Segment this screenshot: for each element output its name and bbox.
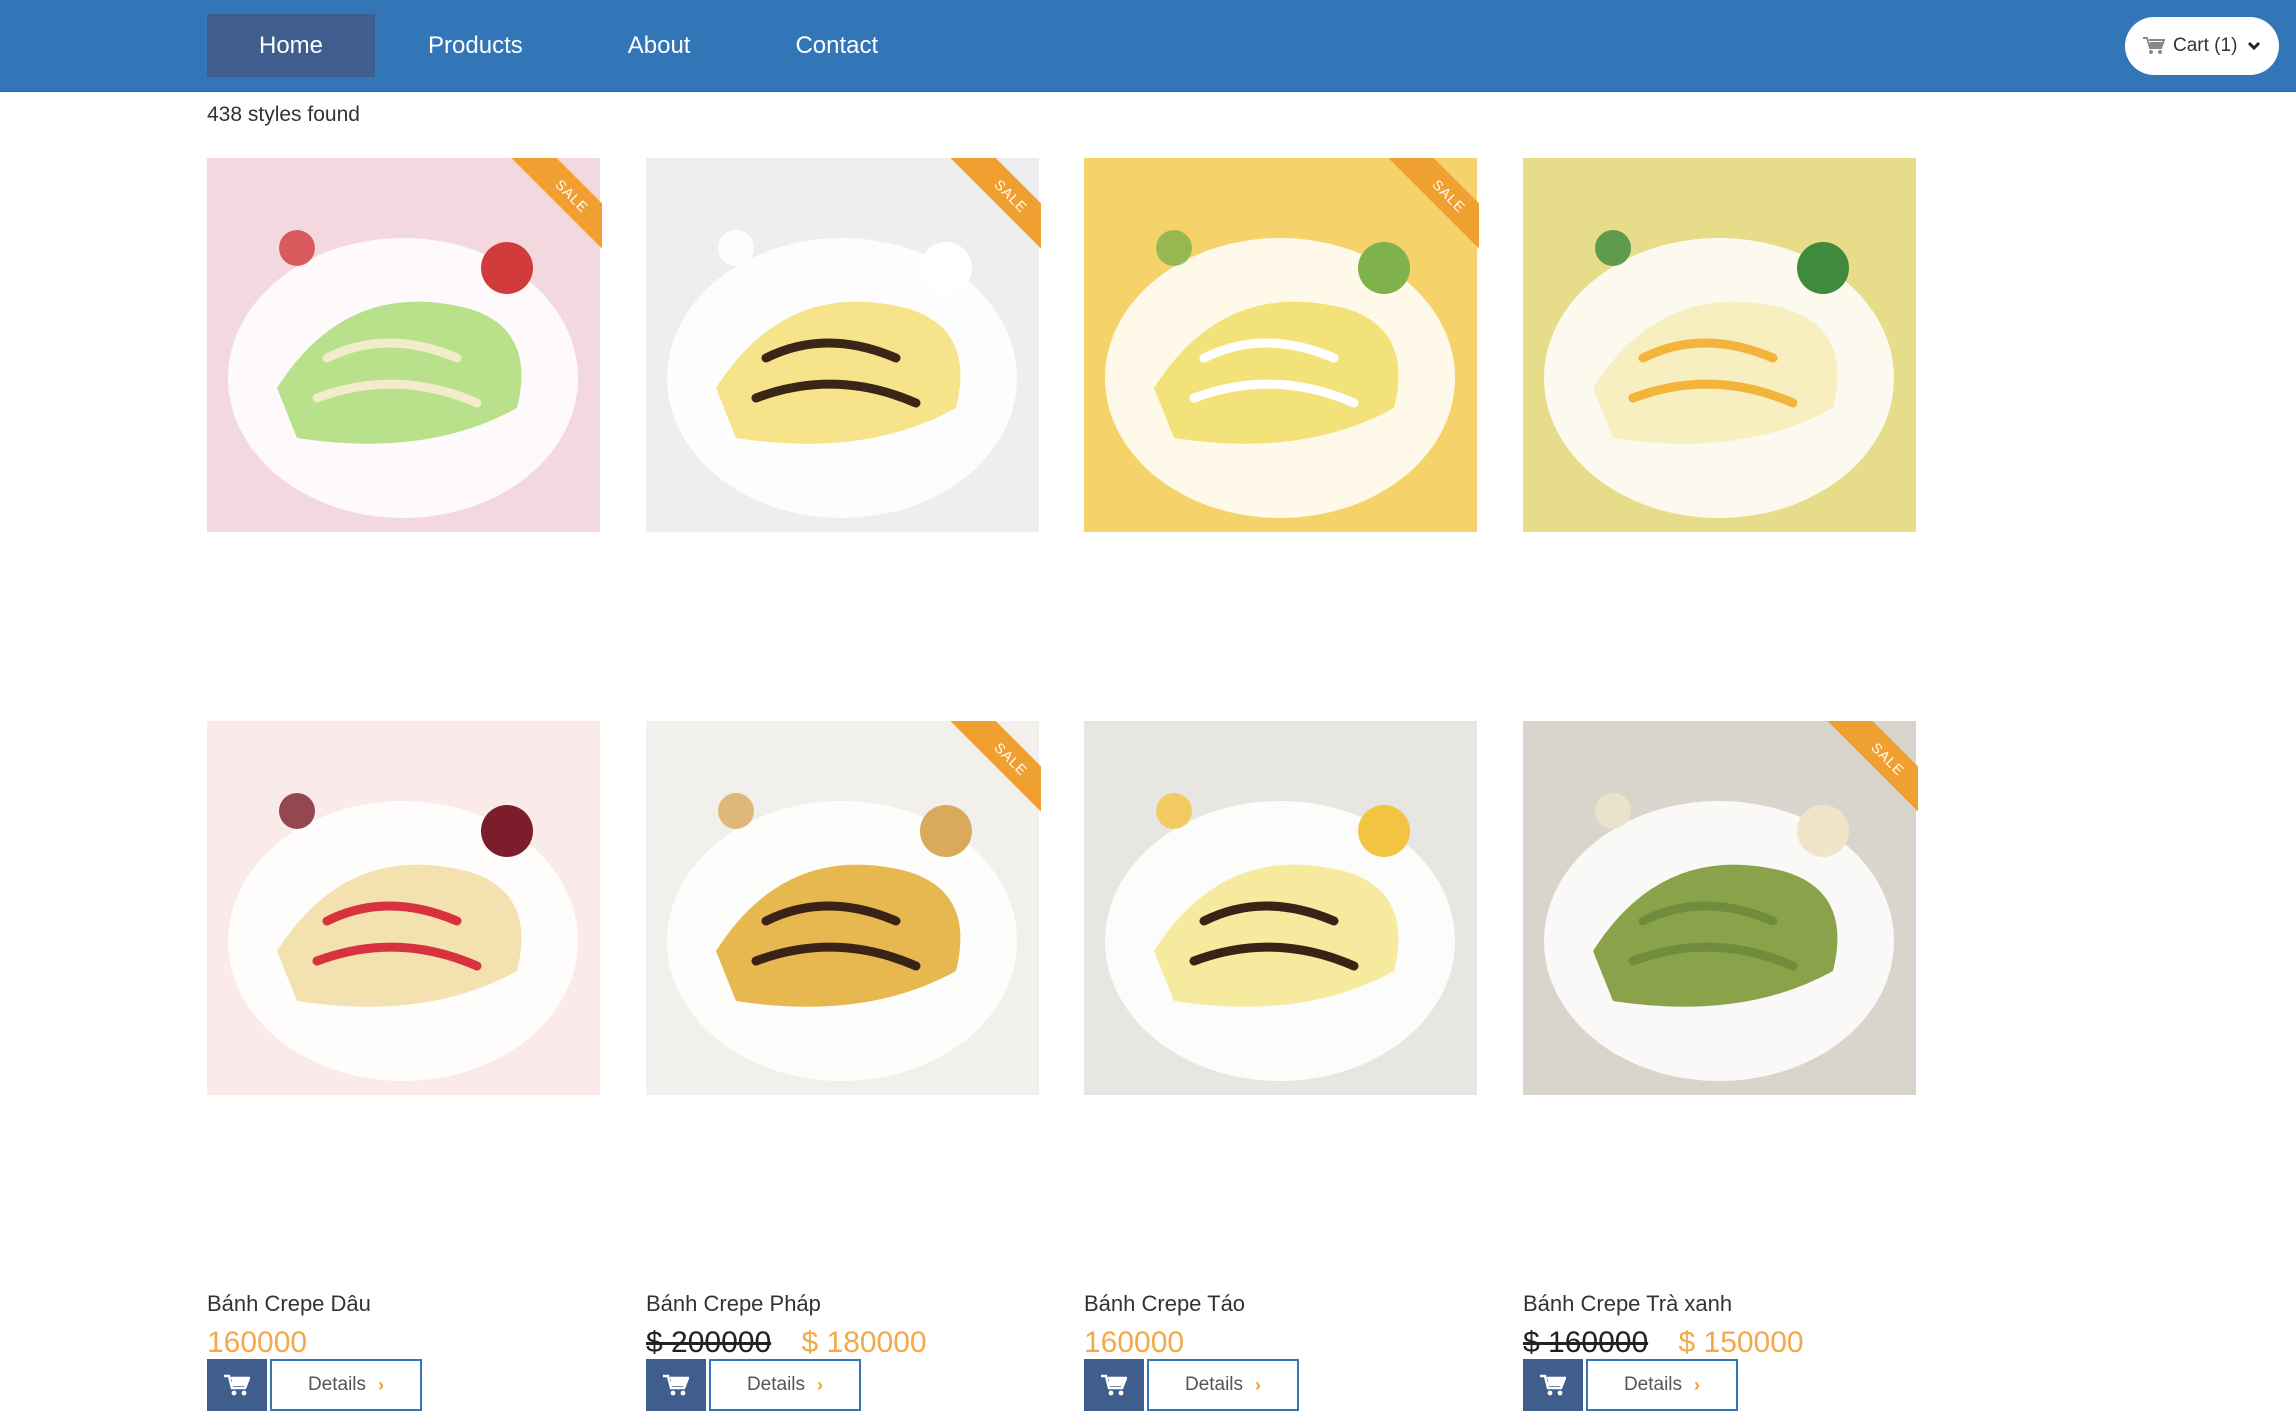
details-button[interactable]: Details › — [270, 1359, 422, 1411]
product-card: SALE Bánh Crepe Pháp $ 200000 $ 180000 D… — [646, 721, 1076, 1411]
current-price: $ 150000 — [1678, 1326, 1804, 1359]
product-name[interactable]: Bánh Crepe Táo — [1084, 1291, 1245, 1317]
cart-icon — [2143, 37, 2165, 54]
sale-ribbon: SALE — [949, 721, 1041, 813]
nav-contact[interactable]: Contact — [742, 14, 931, 77]
product-price: $ 160000 $ 150000 — [1523, 1325, 1804, 1361]
current-price: 160000 — [1084, 1326, 1185, 1359]
details-button[interactable]: Details › — [1586, 1359, 1738, 1411]
product-image[interactable] — [1523, 158, 1916, 532]
product-card: SALE Bánh Crepe Sầu riêng - Chuối $ 1500… — [1084, 158, 1514, 848]
cart-dropdown-button[interactable]: Cart (1) — [2125, 17, 2279, 75]
details-button[interactable]: Details › — [1147, 1359, 1299, 1411]
nav-about[interactable]: About — [576, 14, 743, 77]
cart-icon — [224, 1374, 250, 1396]
sale-badge: SALE — [950, 721, 1041, 813]
cart-icon — [1540, 1374, 1566, 1396]
product-card: SALE Bánh Crepe Trà xanh $ 160000 $ 1500… — [1523, 721, 1953, 1411]
product-card: Bánh Crepe Táo 160000 Details › — [1084, 721, 1514, 1411]
results-count: 438 styles found — [207, 103, 360, 126]
sale-ribbon: SALE — [510, 158, 602, 250]
details-label: Details — [746, 1374, 806, 1395]
details-label: Details — [1623, 1374, 1683, 1395]
product-image[interactable] — [1084, 721, 1477, 1095]
details-label: Details — [1184, 1374, 1244, 1395]
chevron-right-icon: › — [817, 1374, 824, 1395]
old-price: $ 200000 — [646, 1326, 772, 1359]
top-navbar: Home Products About Contact Cart (1) — [0, 0, 2296, 92]
sale-ribbon: SALE — [1826, 721, 1918, 813]
current-price: 160000 — [207, 1326, 308, 1359]
product-photo — [1084, 721, 1477, 1095]
details-label: Details — [307, 1374, 367, 1395]
chevron-right-icon: › — [1694, 1374, 1701, 1395]
sale-ribbon: SALE — [949, 158, 1041, 250]
product-card: SALE Bánh Crepe Chocolate $ 180000 $ 160… — [646, 158, 1076, 848]
add-to-cart-button[interactable] — [1523, 1359, 1583, 1411]
product-name[interactable]: Bánh Crepe Pháp — [646, 1291, 821, 1317]
main-nav: Home Products About Contact — [207, 14, 931, 77]
cart-icon — [1101, 1374, 1127, 1396]
sale-badge: SALE — [1388, 158, 1479, 250]
product-price: 160000 — [1084, 1325, 1184, 1361]
add-to-cart-button[interactable] — [646, 1359, 706, 1411]
nav-home[interactable]: Home — [207, 14, 376, 77]
add-to-cart-button[interactable] — [207, 1359, 267, 1411]
product-actions: Details › — [207, 1359, 422, 1411]
product-name[interactable]: Bánh Crepe Dâu — [207, 1291, 371, 1317]
current-price: $ 180000 — [801, 1326, 927, 1359]
product-photo — [1523, 158, 1916, 532]
product-image[interactable] — [207, 721, 600, 1095]
cart-label: Cart (1) — [2173, 35, 2238, 56]
product-actions: Details › — [1523, 1359, 1738, 1411]
product-actions: Details › — [1084, 1359, 1299, 1411]
add-to-cart-button[interactable] — [1084, 1359, 1144, 1411]
product-name[interactable]: Bánh Crepe Trà xanh — [1523, 1291, 1732, 1317]
chevron-right-icon: › — [1255, 1374, 1262, 1395]
chevron-down-icon — [2248, 41, 2261, 51]
sale-badge: SALE — [950, 158, 1041, 250]
product-photo — [207, 721, 600, 1095]
sale-ribbon: SALE — [1387, 158, 1479, 250]
chevron-right-icon: › — [378, 1374, 385, 1395]
sale-badge: SALE — [511, 158, 602, 250]
product-price: 160000 — [207, 1325, 307, 1361]
old-price: $ 160000 — [1523, 1326, 1649, 1359]
product-card: Bánh Crepe Đào 160000 Details › — [1523, 158, 1953, 848]
cart-icon — [663, 1374, 689, 1396]
product-card: SALE Bánh Crepe Sầu riêng $ 150000 $ 120… — [207, 158, 637, 848]
nav-products[interactable]: Products — [375, 14, 576, 77]
product-actions: Details › — [646, 1359, 861, 1411]
product-price: $ 200000 $ 180000 — [646, 1325, 927, 1361]
details-button[interactable]: Details › — [709, 1359, 861, 1411]
product-card: Bánh Crepe Dâu 160000 Details › — [207, 721, 637, 1411]
sale-badge: SALE — [1827, 721, 1918, 813]
